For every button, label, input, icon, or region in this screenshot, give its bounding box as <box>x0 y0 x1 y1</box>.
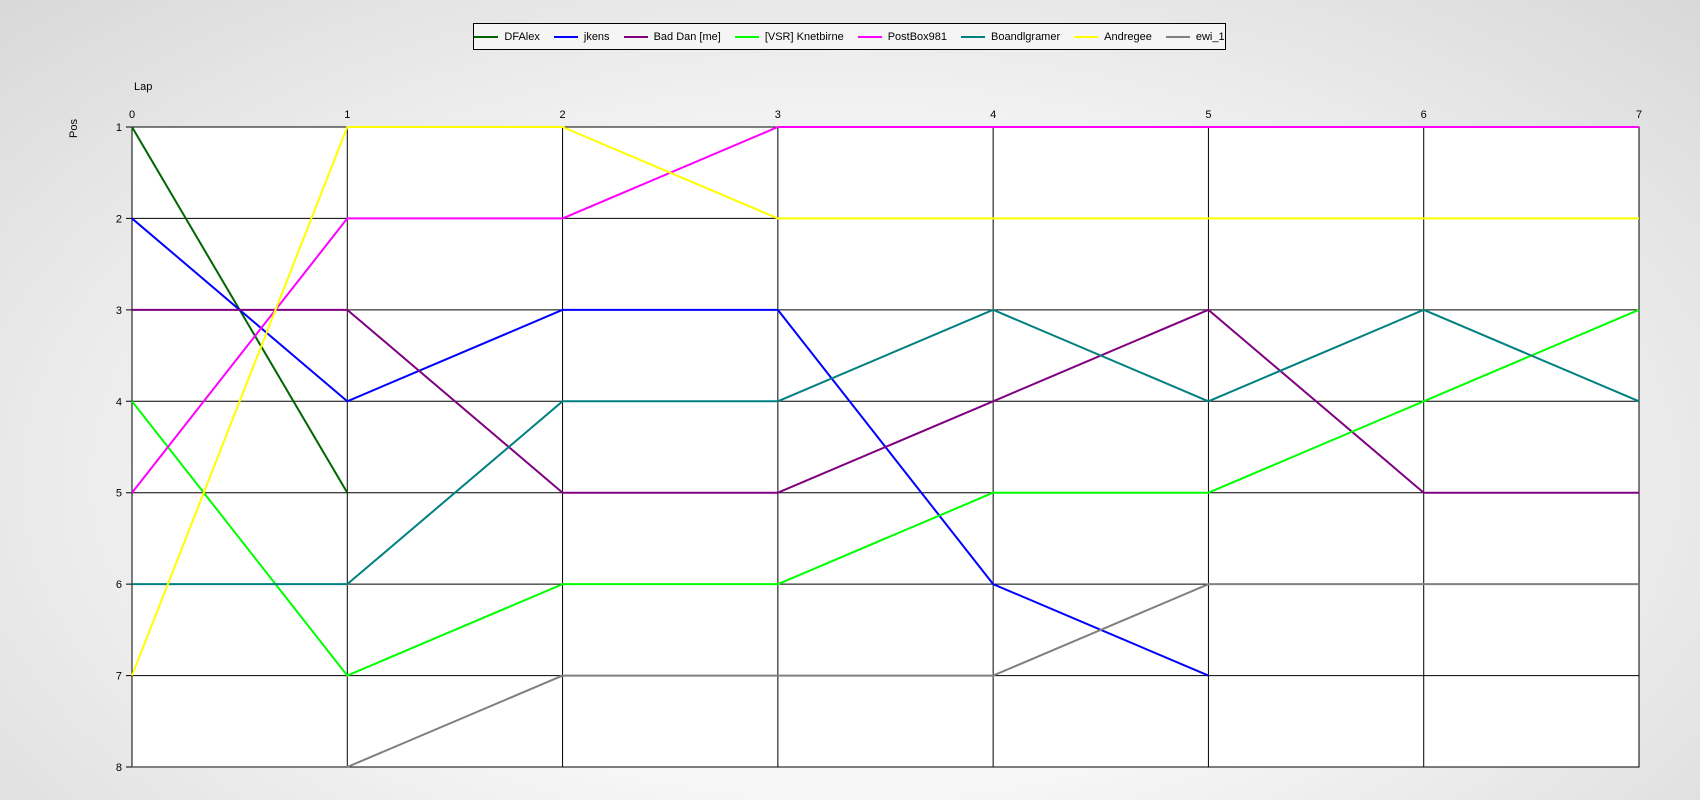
x-tick-label: 1 <box>344 109 350 121</box>
y-tick-label: 8 <box>116 762 122 774</box>
grid-layer <box>126 126 1640 768</box>
x-tick-label: 0 <box>129 109 135 121</box>
x-tick-label: 6 <box>1421 109 1427 121</box>
y-tick-label: 5 <box>116 488 122 500</box>
x-tick-label: 4 <box>990 109 996 121</box>
y-axis-label: Pos <box>68 119 80 138</box>
x-tick-label: 3 <box>775 109 781 121</box>
line-chart: 0 1 2 3 4 5 6 712345678 Lap Pos <box>68 81 1642 774</box>
y-tick-label: 6 <box>116 579 122 591</box>
y-tick-label: 4 <box>116 396 122 408</box>
x-tick-label: 7 <box>1636 109 1642 121</box>
x-axis-label: Lap <box>134 81 152 93</box>
x-tick-label: 5 <box>1205 109 1211 121</box>
y-tick-label: 1 <box>116 122 122 134</box>
x-tick-label: 2 <box>560 109 566 121</box>
y-tick-label: 7 <box>116 671 122 683</box>
y-tick-label: 3 <box>116 305 122 317</box>
y-tick-label: 2 <box>116 213 122 225</box>
